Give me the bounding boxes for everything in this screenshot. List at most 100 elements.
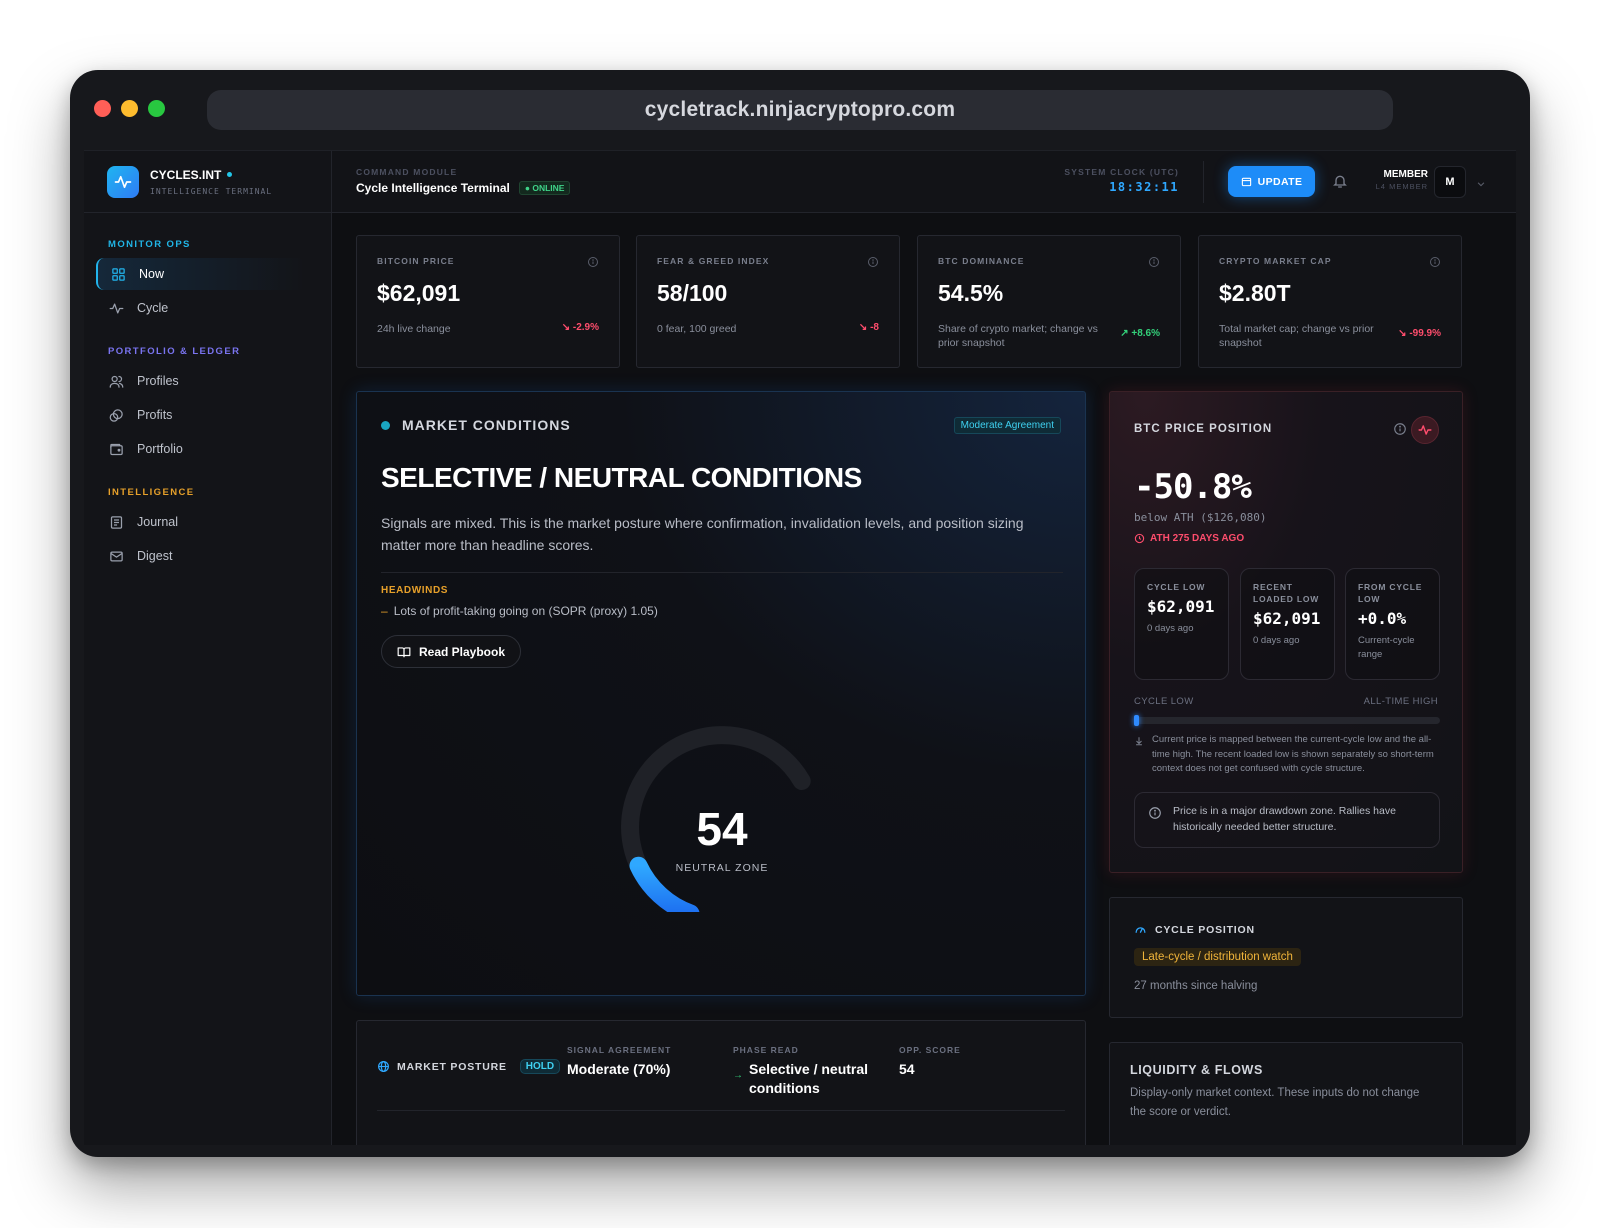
- market-conditions-heading: MARKET CONDITIONS: [381, 417, 571, 433]
- nav-section-portfolio-ledger: PORTFOLIO & LEDGER: [108, 346, 241, 357]
- clock-value: 18:32:11: [1109, 180, 1179, 194]
- info-icon[interactable]: [867, 256, 879, 268]
- cycle-phase-badge: Late-cycle / distribution watch: [1134, 948, 1301, 966]
- mini-label: RECENT LOADED LOW: [1253, 582, 1320, 604]
- sidebar-item-portfolio[interactable]: Portfolio: [96, 433, 306, 465]
- ath-ago: ATH 275 DAYS AGO: [1134, 533, 1244, 544]
- gauge-icon: [1135, 927, 1146, 933]
- status-dot-icon: [381, 420, 390, 430]
- stat-card-bitcoin-price: BITCOIN PRICE $62,091 24h live change ↘ …: [356, 235, 620, 368]
- gauge-value: 54: [696, 803, 748, 855]
- nav-section-monitor-ops: MONITOR OPS: [108, 239, 191, 250]
- mini-value: +0.0%: [1358, 609, 1407, 628]
- minimize-window-button[interactable]: [121, 100, 138, 117]
- bell-icon[interactable]: [1332, 172, 1348, 190]
- info-icon[interactable]: [587, 256, 599, 268]
- gauge-label: NEUTRAL ZONE: [675, 862, 769, 874]
- sidebar-item-profits[interactable]: Profits: [96, 399, 306, 431]
- info-icon[interactable]: [1429, 256, 1441, 268]
- score-gauge: 54 NEUTRAL ZONE: [587, 722, 857, 923]
- pulse-icon[interactable]: [1411, 416, 1439, 444]
- panel-subtitle: Display-only market context. These input…: [1130, 1087, 1420, 1118]
- panel-title: BTC PRICE POSITION: [1134, 423, 1273, 435]
- divider: [381, 572, 1063, 573]
- recent-loaded-low-card: RECENT LOADED LOW $62,091 0 days ago: [1240, 568, 1335, 680]
- address-bar[interactable]: cycletrack.ninjacryptopro.com: [207, 90, 1393, 130]
- brand-subtitle: INTELLIGENCE TERMINAL: [150, 186, 273, 196]
- playbook-label: Read Playbook: [418, 644, 506, 659]
- hold-badge: HOLD: [519, 1059, 561, 1074]
- module-label: COMMAND MODULE: [356, 167, 458, 177]
- btc-price-position-panel: BTC PRICE POSITION -50.8% below ATH ($12…: [1109, 391, 1463, 873]
- opp-score: OPP. SCORE 54: [899, 1045, 961, 1079]
- sidebar-item-cycle[interactable]: Cycle: [96, 292, 306, 324]
- trend-down-icon: ↘: [561, 322, 571, 333]
- trend-down-icon: ↘: [858, 322, 868, 333]
- header-divider: [1203, 161, 1204, 203]
- read-playbook-button[interactable]: Read Playbook: [381, 635, 521, 668]
- live-dot-icon: [227, 172, 233, 177]
- info-icon[interactable]: [1148, 256, 1160, 268]
- liquidity-flows-panel: LIQUIDITY & FLOWS Display-only market co…: [1109, 1042, 1463, 1145]
- brand-name: CYCLES.INT: [150, 168, 272, 182]
- chevron-down-icon[interactable]: [1476, 176, 1486, 187]
- sidebar-item-profiles[interactable]: Profiles: [96, 365, 306, 397]
- maximize-window-button[interactable]: [148, 100, 165, 117]
- close-window-button[interactable]: [94, 100, 111, 117]
- info-icon[interactable]: [1393, 422, 1407, 436]
- brand-logo-icon: [107, 165, 139, 198]
- stat-subtitle: 24h live change: [377, 323, 451, 335]
- opp-score-value: 54: [899, 1061, 915, 1077]
- signal-agreement: SIGNAL AGREEMENT Moderate (70%): [567, 1045, 671, 1079]
- market-title: SELECTIVE / NEUTRAL CONDITIONS: [381, 462, 862, 493]
- mini-value: $62,091: [1147, 597, 1215, 616]
- stat-card-market-cap: CRYPTO MARKET CAP $2.80T Total market ca…: [1198, 235, 1462, 368]
- brand[interactable]: CYCLES.INT INTELLIGENCE TERMINAL: [84, 151, 331, 213]
- pulse-icon: [108, 300, 124, 316]
- stat-subtitle: 0 fear, 100 greed: [657, 323, 737, 335]
- update-button-label: UPDATE: [1257, 175, 1303, 188]
- mini-subtitle: Current-cycle range: [1358, 635, 1415, 660]
- opp-score-label: OPP. SCORE: [899, 1045, 961, 1055]
- mini-value: $62,091: [1253, 609, 1321, 628]
- sidebar-item-digest[interactable]: Digest: [96, 540, 306, 572]
- update-button[interactable]: UPDATE: [1228, 166, 1315, 197]
- sidebar-item-now[interactable]: Now: [96, 258, 306, 290]
- range-left-label: CYCLE LOW: [1134, 696, 1194, 707]
- grid-icon: [110, 266, 126, 282]
- drawdown-value: -50.8%: [1134, 467, 1252, 507]
- below-ath-text: below ATH ($126,080): [1134, 511, 1267, 524]
- status-badge: ● ONLINE: [518, 181, 571, 195]
- clock-label: SYSTEM CLOCK (UTC): [1064, 167, 1179, 177]
- stat-change: ↘ -2.9%: [561, 322, 599, 333]
- journal-icon: [108, 514, 124, 530]
- stat-label: BITCOIN PRICE: [377, 256, 455, 266]
- info-icon: [1149, 807, 1161, 819]
- stat-change: ↘ -8: [858, 322, 879, 333]
- range-right-label: ALL-TIME HIGH: [1363, 696, 1438, 707]
- stat-value: 54.5%: [938, 280, 1004, 306]
- member-info[interactable]: MEMBER L4 MEMBER: [1376, 169, 1428, 191]
- mini-subtitle: 0 days ago: [1253, 635, 1300, 646]
- warning-text: Price is in a major drawdown zone. Ralli…: [1173, 805, 1396, 833]
- module-title-text: Cycle Intelligence Terminal: [356, 181, 510, 195]
- sidebar-item-label: Cycle: [137, 301, 169, 315]
- stat-card-fear-greed: FEAR & GREED INDEX 58/100 0 fear, 100 gr…: [636, 235, 900, 368]
- months-since-halving: 27 months since halving: [1134, 980, 1258, 992]
- module-title: Cycle Intelligence Terminal ● ONLINE: [356, 181, 571, 195]
- stat-subtitle: Share of crypto market; change vs prior …: [938, 323, 1098, 349]
- sidebar-item-label: Profits: [137, 408, 173, 422]
- member-name: MEMBER: [1383, 169, 1428, 180]
- sidebar-item-journal[interactable]: Journal: [96, 506, 306, 538]
- range-marker: [1134, 715, 1139, 726]
- stat-value: $62,091: [377, 280, 461, 306]
- top-header: COMMAND MODULE Cycle Intelligence Termin…: [332, 151, 1516, 213]
- posture-heading: MARKET POSTURE HOLD: [377, 1059, 561, 1074]
- sidebar: CYCLES.INT INTELLIGENCE TERMINAL MONITOR…: [84, 151, 332, 1145]
- phase-read-value: → Selective / neutral conditions: [733, 1061, 869, 1096]
- range-note: Current price is mapped between the curr…: [1152, 734, 1434, 774]
- sidebar-item-label: Profiles: [137, 374, 179, 388]
- mini-label: FROM CYCLE LOW: [1358, 582, 1423, 604]
- clock-icon: [1134, 533, 1145, 544]
- avatar[interactable]: M: [1434, 166, 1466, 198]
